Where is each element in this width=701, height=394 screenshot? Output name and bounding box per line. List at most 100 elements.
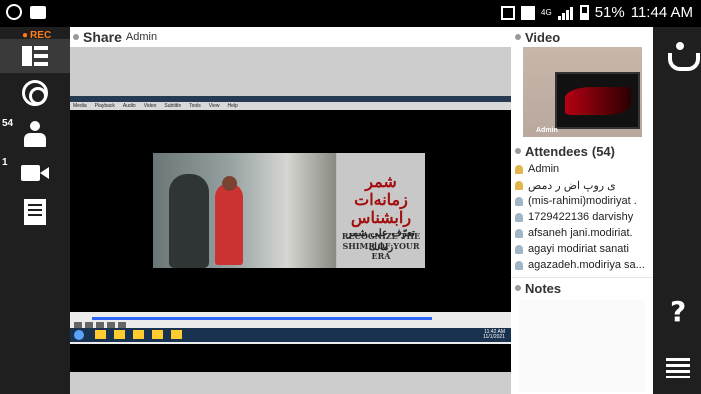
attendee-item[interactable]: agazadeh.modiriya sa... [515,257,653,273]
shared-poster: شمر زمانه‌ات رابشناس تعرّف علی شمر زمانك… [153,153,425,268]
screen-menu-item[interactable]: Audio [123,103,136,109]
user-icon [515,244,523,254]
video-monitor [555,72,640,129]
taskbar-app-icon[interactable] [133,330,144,339]
taskbar-app-icon[interactable] [171,330,182,339]
windows-taskbar: 11:42 AM 11/1/2021 [70,328,511,342]
poster-english: RECOGNIZE THE SHIMR OF YOUR ERA [341,231,421,261]
screen-menu-item[interactable]: Video [144,103,157,109]
notes-icon [24,199,46,225]
user-icon [515,228,523,238]
user-icon [515,180,523,190]
target-icon [22,80,48,106]
screen-menu-item[interactable]: Media [73,103,87,109]
attendees-list: Admin ی روپ اض ر دمص (mis-rahimi)modiriy… [511,161,653,273]
attendees-count: (54) [591,143,615,159]
attendees-title: Attendees [525,143,588,159]
alarm-icon [521,5,536,20]
attendee-name: Admin [528,163,560,175]
start-icon[interactable] [74,330,84,340]
target-button[interactable] [18,76,52,110]
attendee-item[interactable]: afsaneh jani.modiriat. [515,225,653,241]
taskbar-app-icon[interactable] [95,330,106,339]
notes-button[interactable] [18,195,52,229]
notes-header: Notes [511,278,653,298]
presenter-name: Admin [125,31,158,43]
poster-title-line-2: رابشناس [350,208,412,227]
attendee-item[interactable]: Admin [515,161,653,177]
share-dot-icon [73,34,79,40]
user-icon [515,260,523,270]
whatsapp-icon [6,4,22,20]
poster-text-block: شمر زمانه‌ات رابشناس تعرّف علی شمر زمانك… [337,153,425,268]
attendee-item[interactable]: ی روپ اض ر دمص [515,177,653,193]
share-panel: Share Admin Media Playback Audio Video S… [70,27,511,394]
layout-icon [22,46,48,66]
person-icon [23,121,47,147]
attendee-item[interactable]: (mis-rahimi)modiriyat . [515,193,653,209]
video-slide [565,87,631,115]
poster-title-line-1: شمر زمانه‌ات [354,172,408,209]
screen-menu-item[interactable]: Tools [189,103,201,109]
video-person-name: Admin [536,127,558,134]
attendee-name: agazadeh.modiriya sa... [528,259,645,271]
notes-panel: Notes [511,277,653,394]
attendee-name: 1729422136 darvishy [528,211,634,223]
status-bar: 4G 51% 11:44 AM [0,0,701,27]
battery-percent: 51% [594,4,625,21]
layout-button[interactable] [0,39,70,73]
status-time: 11:44 AM [630,4,693,21]
menu-icon[interactable] [666,358,690,378]
notes-title: Notes [525,280,562,296]
hand-icon[interactable] [666,42,700,71]
message-icon [30,6,46,19]
notes-area[interactable] [519,300,645,392]
shared-screen[interactable]: Media Playback Audio Video Subtitle Tool… [70,96,511,372]
screen-menu-item[interactable]: View [209,103,220,109]
poster-photo [153,153,336,268]
screen-menu-item[interactable]: Playback [95,103,115,109]
right-toolbar: ? [653,27,701,394]
left-toolbar: REC 54 1 [0,27,70,394]
screen-menu-item[interactable]: Help [228,103,238,109]
video-header: Video [511,27,653,47]
video-feed[interactable]: Admin [523,47,642,137]
user-icon [515,164,523,174]
attendees-header: Attendees (54) [511,141,653,161]
camera-icon [21,164,49,182]
poster-child [215,183,243,265]
right-column: Video Admin Attendees (54) Admin ی روپ ا… [511,27,653,394]
poster-soldier [169,174,209,268]
status-left-icons [6,4,46,20]
playback-timeline[interactable] [92,317,432,320]
screen-menu-bar: Media Playback Audio Video Subtitle Tool… [70,102,511,110]
video-title: Video [525,29,561,45]
help-icon[interactable]: ? [670,295,686,328]
share-title: Share [83,29,122,45]
status-right: 4G 51% 11:44 AM [501,4,693,21]
share-header: Share Admin [70,27,511,47]
taskbar-app-icon[interactable] [114,330,125,339]
screen-menu-item[interactable]: Subtitle [164,103,181,109]
attendee-name: (mis-rahimi)modiriyat . [528,195,637,207]
attendee-item[interactable]: agayi modiriat sanati [515,241,653,257]
attendee-name: ی روپ اض ر دمص [528,179,616,192]
video-dot-icon [515,34,521,40]
attendee-item[interactable]: 1729422136 darvishy [515,209,653,225]
taskbar-apps [95,330,182,339]
taskbar-app-icon[interactable] [152,330,163,339]
network-label: 4G [541,7,552,17]
mute-icon [501,5,516,20]
notes-dot-icon [515,285,521,291]
battery-icon [579,5,589,20]
attendees-button[interactable] [18,117,52,151]
participants-count: 54 [2,118,14,129]
user-icon [515,212,523,222]
attendees-dot-icon [515,148,521,154]
signal-icon [557,6,574,20]
system-tray: 11:42 AM 11/1/2021 [483,330,505,340]
attendee-name: agayi modiriat sanati [528,243,629,255]
camera-button[interactable] [18,156,52,190]
attendee-name: afsaneh jani.modiriat. [528,227,633,239]
user-icon [515,196,523,206]
